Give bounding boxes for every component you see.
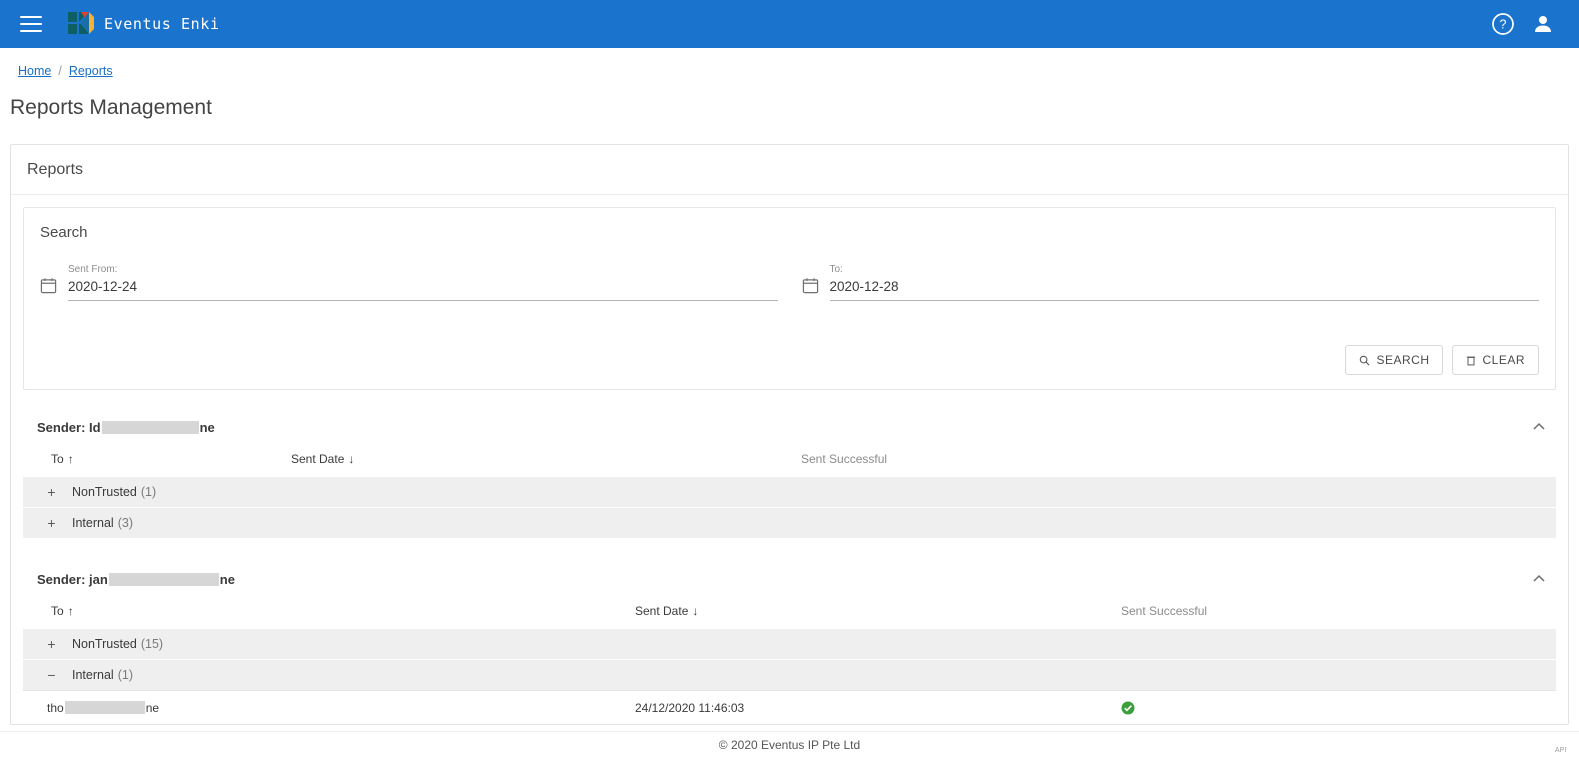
sent-from-label: Sent From: bbox=[68, 264, 118, 275]
column-header-sent-date-label: Sent Date bbox=[291, 452, 345, 466]
breadcrumb-home-link[interactable]: Home bbox=[18, 64, 51, 78]
chevron-up-icon[interactable] bbox=[1530, 418, 1548, 436]
app-bar: Eventus Enki ? bbox=[0, 0, 1579, 48]
group-row-name: Internal bbox=[72, 516, 114, 530]
table-header-row: To ↑ Sent Date ↓ Sent Successful bbox=[23, 594, 1556, 628]
sender-header[interactable]: Sender: Id ne bbox=[23, 412, 1556, 442]
column-header-sent-date-label: Sent Date bbox=[635, 604, 689, 618]
calendar-icon[interactable] bbox=[40, 277, 57, 294]
sender-block: Sender: Id ne To ↑ Sent Date ↓ Sent Succ… bbox=[23, 412, 1556, 538]
group-row-name: NonTrusted bbox=[72, 637, 137, 651]
group-row-name: Internal bbox=[72, 668, 114, 682]
search-actions: SEARCH CLEAR bbox=[40, 345, 1539, 375]
column-header-sent-date[interactable]: Sent Date ↓ bbox=[291, 452, 354, 466]
brand-name: Eventus Enki bbox=[104, 15, 220, 33]
search-fields-row: Sent From: To: bbox=[40, 263, 1539, 303]
sender-label: Sender: Id ne bbox=[37, 420, 215, 435]
magnifier-icon bbox=[1360, 355, 1370, 365]
svg-text:?: ? bbox=[1500, 18, 1507, 32]
column-header-to[interactable]: To ↑ bbox=[51, 452, 74, 466]
redacted-block bbox=[64, 701, 145, 714]
page-root: Eventus Enki ? Home / Reports Reports Ma… bbox=[0, 0, 1579, 757]
sort-desc-icon: ↓ bbox=[692, 604, 699, 618]
collapse-minus-icon[interactable]: − bbox=[45, 668, 58, 682]
footer-copyright: © 2020 Eventus IP Pte Ltd bbox=[718, 737, 861, 752]
group-row[interactable]: + NonTrusted (15) bbox=[23, 628, 1556, 659]
sender-label-suffix: ne bbox=[219, 571, 235, 587]
table-header-row: To ↑ Sent Date ↓ Sent Successful bbox=[23, 442, 1556, 476]
recipient-prefix: tho bbox=[47, 700, 64, 715]
sort-asc-icon: ↑ bbox=[67, 604, 74, 618]
breadcrumb-reports-link[interactable]: Reports bbox=[69, 64, 113, 78]
reports-card-title: Reports bbox=[11, 145, 1568, 195]
reports-card-body: Search Sent From: 2020-12-24 To: 2020-12… bbox=[11, 195, 1568, 724]
column-header-to-label: To bbox=[51, 604, 64, 618]
chevron-up-icon[interactable] bbox=[1530, 570, 1548, 588]
sender-label: Sender: jan ne bbox=[37, 572, 235, 587]
sent-to-field[interactable]: To: bbox=[802, 263, 1539, 303]
reports-card: Reports Search Sent From: 2020-12-24 To:… bbox=[10, 144, 1569, 725]
table-row[interactable]: tho ne 24/12/2020 11:46:03 bbox=[23, 690, 1556, 724]
clear-button[interactable]: CLEAR bbox=[1452, 345, 1539, 375]
check-circle-icon bbox=[1121, 701, 1135, 714]
footer: © 2020 Eventus IP Pte Ltd API bbox=[0, 731, 1579, 757]
search-panel: Search Sent From: 2020-12-24 To: 2020-12… bbox=[23, 207, 1556, 390]
search-button[interactable]: SEARCH bbox=[1345, 345, 1444, 375]
breadcrumb: Home / Reports bbox=[0, 48, 1579, 78]
column-header-sent-successful-label: Sent Successful bbox=[801, 452, 888, 466]
group-row[interactable]: − Internal (1) bbox=[23, 659, 1556, 690]
group-row-count: (15) bbox=[140, 637, 164, 651]
expand-plus-icon[interactable]: + bbox=[45, 637, 58, 651]
breadcrumb-separator: / bbox=[58, 64, 62, 78]
sort-desc-icon: ↓ bbox=[348, 452, 355, 466]
footer-api-label: API bbox=[1554, 747, 1567, 754]
column-header-sent-successful[interactable]: Sent Successful bbox=[801, 452, 887, 466]
search-button-label: SEARCH bbox=[1376, 353, 1430, 367]
sender-label-prefix: Sender: jan bbox=[37, 571, 108, 587]
help-circle-icon[interactable]: ? bbox=[1491, 12, 1515, 36]
sent-from-field[interactable]: Sent From: bbox=[40, 263, 778, 303]
group-row-name: NonTrusted bbox=[72, 485, 137, 499]
cell-to: tho ne bbox=[47, 701, 159, 715]
sender-label-suffix: ne bbox=[199, 419, 215, 435]
sender-label-prefix: Sender: Id bbox=[37, 419, 101, 435]
column-header-sent-successful-label: Sent Successful bbox=[1121, 604, 1208, 618]
brand-logo-link[interactable]: Eventus Enki bbox=[68, 11, 220, 37]
group-row[interactable]: + NonTrusted (1) bbox=[23, 476, 1556, 507]
trash-icon bbox=[1467, 356, 1476, 365]
group-row-count: (1) bbox=[117, 668, 133, 682]
account-person-icon[interactable] bbox=[1531, 12, 1555, 36]
group-row[interactable]: + Internal (3) bbox=[23, 507, 1556, 538]
redacted-block bbox=[101, 420, 199, 434]
cell-sent-date: 24/12/2020 11:46:03 bbox=[635, 700, 745, 715]
sender-block: Sender: jan ne To ↑ Sent Date ↓ Sent Suc… bbox=[23, 564, 1556, 724]
sort-asc-icon: ↑ bbox=[67, 452, 74, 466]
clear-button-label: CLEAR bbox=[1482, 353, 1525, 367]
group-row-count: (3) bbox=[117, 516, 133, 530]
column-header-to-label: To bbox=[51, 452, 64, 466]
page-title: Reports Management bbox=[10, 96, 212, 119]
sent-from-input[interactable] bbox=[68, 278, 778, 295]
column-header-to[interactable]: To ↑ bbox=[51, 604, 74, 618]
expand-plus-icon[interactable]: + bbox=[45, 516, 58, 530]
search-panel-title: Search bbox=[40, 224, 88, 241]
app-bar-actions: ? bbox=[1491, 12, 1565, 36]
column-header-sent-successful[interactable]: Sent Successful bbox=[1121, 604, 1207, 618]
eventus-enki-logo-icon bbox=[68, 12, 94, 34]
expand-plus-icon[interactable]: + bbox=[45, 485, 58, 499]
redacted-block bbox=[108, 572, 219, 586]
group-row-count: (1) bbox=[140, 485, 157, 499]
sender-header[interactable]: Sender: jan ne bbox=[23, 564, 1556, 594]
calendar-icon[interactable] bbox=[802, 277, 819, 294]
hamburger-icon[interactable] bbox=[20, 16, 42, 32]
recipient-suffix: ne bbox=[145, 700, 160, 715]
sent-to-label: To: bbox=[829, 264, 843, 275]
cell-sent-successful bbox=[1121, 701, 1135, 715]
sent-to-input[interactable] bbox=[829, 278, 1539, 295]
column-header-sent-date[interactable]: Sent Date ↓ bbox=[635, 604, 698, 618]
